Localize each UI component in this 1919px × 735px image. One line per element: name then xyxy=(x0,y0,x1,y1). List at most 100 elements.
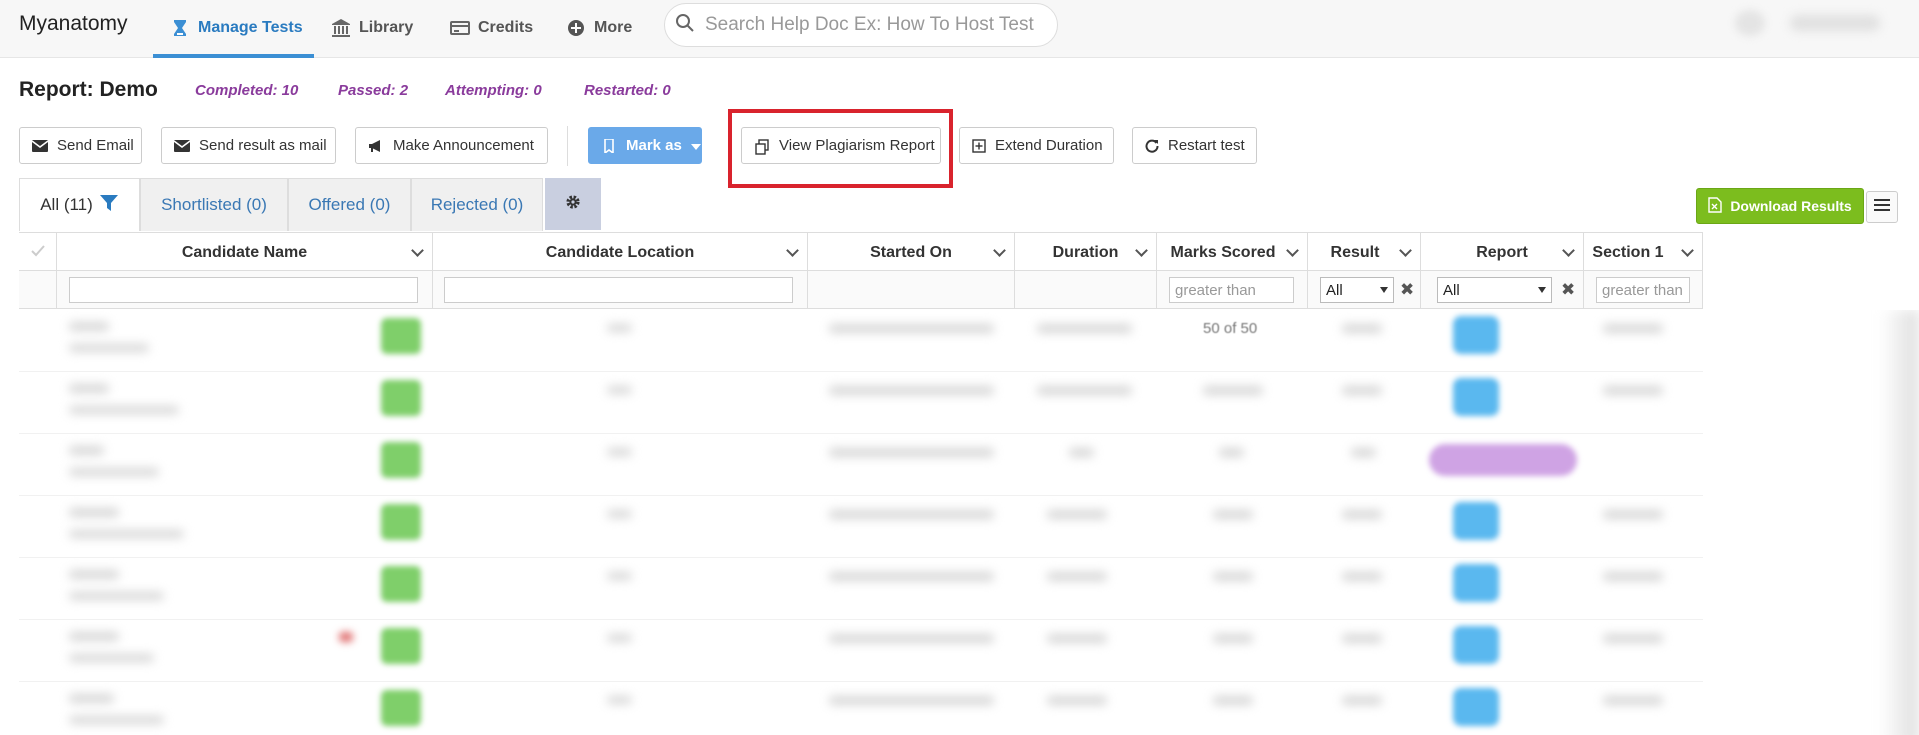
table-row[interactable] xyxy=(19,372,1703,434)
grid-body: 50 of 50 xyxy=(0,310,1919,735)
nav-active-indicator xyxy=(153,54,314,58)
clear-filter-icon[interactable]: ✖ xyxy=(1561,280,1575,300)
bookmark-icon xyxy=(601,137,617,155)
tab-offered[interactable]: Offered (0) xyxy=(288,178,411,231)
extend-duration-button[interactable]: Extend Duration xyxy=(959,127,1114,164)
credit-card-icon xyxy=(450,18,470,38)
table-row[interactable] xyxy=(19,558,1703,620)
table-row[interactable] xyxy=(19,434,1703,496)
tab-all[interactable]: All (11) xyxy=(19,178,140,231)
blurred-cell xyxy=(69,654,154,662)
tab-rejected[interactable]: Rejected (0) xyxy=(411,178,543,231)
chevron-down-icon[interactable] xyxy=(1562,244,1575,257)
nav-more[interactable]: More xyxy=(566,17,632,39)
result-filter-select[interactable]: All xyxy=(1320,277,1394,303)
blurred-cell xyxy=(69,694,114,703)
blurred-cell xyxy=(829,572,994,581)
table-row[interactable] xyxy=(19,620,1703,682)
candidate-location-filter-input[interactable] xyxy=(444,277,793,303)
chevron-down-icon[interactable] xyxy=(411,244,424,257)
column-report[interactable]: Report xyxy=(1421,233,1584,272)
column-candidate-name[interactable]: Candidate Name xyxy=(57,233,433,272)
table-row[interactable] xyxy=(19,682,1703,735)
hourglass-icon xyxy=(170,18,190,38)
download-results-button[interactable]: Download Results xyxy=(1696,188,1864,224)
status-badge xyxy=(381,318,421,354)
filter-cell-location xyxy=(433,271,808,309)
nav-more-label: More xyxy=(594,19,633,36)
blurred-cell xyxy=(1213,572,1253,581)
send-email-button[interactable]: Send Email xyxy=(19,127,142,164)
report-button[interactable] xyxy=(1453,378,1499,416)
blurred-cell xyxy=(1213,634,1253,643)
report-button[interactable] xyxy=(1453,316,1499,354)
clear-filter-icon[interactable]: ✖ xyxy=(1400,280,1414,300)
blurred-cell xyxy=(1047,634,1107,643)
report-button[interactable] xyxy=(1453,502,1499,540)
blurred-cell xyxy=(1047,572,1107,581)
column-duration[interactable]: Duration xyxy=(1015,233,1157,272)
column-section-1[interactable]: Section 1 xyxy=(1584,233,1703,272)
blurred-cell xyxy=(607,324,632,332)
blurred-cell xyxy=(69,406,179,414)
blurred-cell xyxy=(1603,510,1663,519)
column-candidate-location-label: Candidate Location xyxy=(545,243,695,261)
report-filter-select[interactable]: All xyxy=(1437,277,1552,303)
column-started-on-label: Started On xyxy=(870,243,952,261)
tab-rejected-label: Rejected (0) xyxy=(430,195,524,214)
select-all-checkbox[interactable] xyxy=(19,233,57,272)
chevron-down-icon[interactable] xyxy=(1681,244,1694,257)
report-button[interactable] xyxy=(1453,688,1499,726)
restart-test-button[interactable]: Restart test xyxy=(1132,127,1257,164)
filter-cell-marks: greater than xyxy=(1157,271,1308,309)
column-result[interactable]: Result xyxy=(1308,233,1421,272)
column-marks-scored[interactable]: Marks Scored xyxy=(1157,233,1308,272)
section-1-filter-input[interactable]: greater than xyxy=(1596,277,1690,303)
column-duration-label: Duration xyxy=(1052,243,1119,261)
send-result-mail-button[interactable]: Send result as mail xyxy=(161,127,336,164)
flag-icon xyxy=(339,632,353,642)
make-announcement-button[interactable]: Make Announcement xyxy=(355,127,548,164)
column-candidate-location[interactable]: Candidate Location xyxy=(433,233,808,272)
blurred-cell xyxy=(69,530,184,538)
chevron-down-icon[interactable] xyxy=(993,244,1006,257)
filter-cell-duration xyxy=(1015,271,1157,309)
column-result-label: Result xyxy=(1330,243,1380,261)
help-search[interactable] xyxy=(664,3,1058,47)
chevron-down-icon[interactable] xyxy=(1286,244,1299,257)
user-menu[interactable] xyxy=(1790,15,1880,31)
send-result-mail-label: Send result as mail xyxy=(199,137,327,154)
grid-filter-row: greater than All ✖ All ✖ greater than xyxy=(19,271,1703,309)
tab-shortlisted[interactable]: Shortlisted (0) xyxy=(140,178,288,231)
marks-filter-input[interactable]: greater than xyxy=(1169,277,1294,303)
mark-as-dropdown[interactable]: Mark as xyxy=(588,127,702,164)
blurred-cell xyxy=(829,510,994,519)
chevron-down-icon[interactable] xyxy=(1135,244,1148,257)
nav-library[interactable]: Library xyxy=(331,17,413,39)
brand-logo[interactable]: Myanatomy xyxy=(19,12,128,36)
search-icon xyxy=(675,13,695,38)
column-section-1-label: Section 1 xyxy=(1592,243,1664,261)
send-email-label: Send Email xyxy=(57,137,134,154)
search-input[interactable] xyxy=(705,14,1045,36)
table-row[interactable] xyxy=(19,496,1703,558)
blurred-cell xyxy=(607,696,632,704)
nav-manage-tests[interactable]: Manage Tests xyxy=(170,17,303,39)
blurred-cell xyxy=(1037,386,1132,395)
blurred-cell xyxy=(1342,634,1382,643)
table-row[interactable]: 50 of 50 xyxy=(19,310,1703,372)
report-button[interactable] xyxy=(1453,626,1499,664)
nav-credits[interactable]: Credits xyxy=(450,17,533,39)
candidate-name-filter-input[interactable] xyxy=(69,277,418,303)
report-button[interactable] xyxy=(1453,564,1499,602)
column-settings-button[interactable] xyxy=(545,178,601,230)
column-started-on[interactable]: Started On xyxy=(808,233,1015,272)
filter-icon[interactable] xyxy=(99,193,119,218)
grid-menu-button[interactable] xyxy=(1866,191,1898,223)
tab-all-label: All (11) xyxy=(40,195,93,214)
chevron-down-icon[interactable] xyxy=(786,244,799,257)
blurred-cell xyxy=(607,448,632,456)
chevron-down-icon[interactable] xyxy=(1399,244,1412,257)
report-status-badge xyxy=(1429,444,1577,476)
avatar[interactable] xyxy=(1735,10,1765,36)
